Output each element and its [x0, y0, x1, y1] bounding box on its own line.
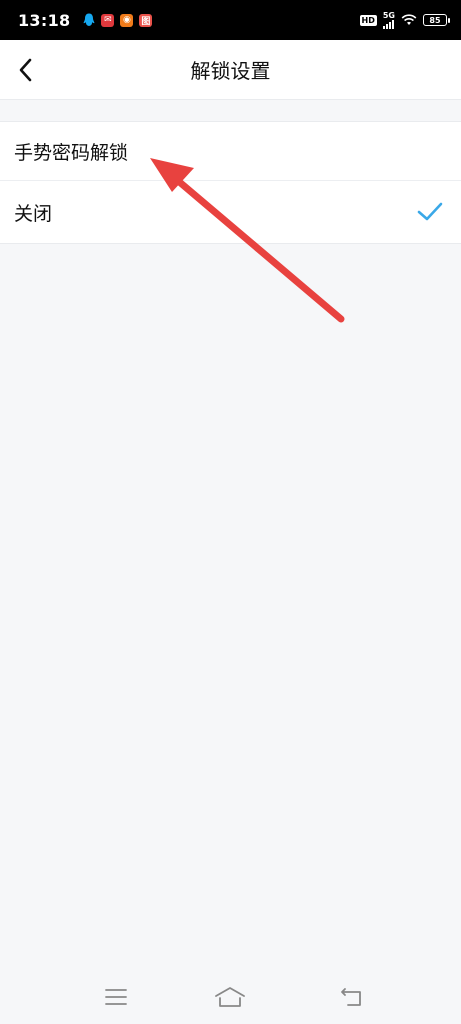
back-nav-button[interactable]	[332, 982, 372, 1012]
weibo-icon: ◉	[120, 13, 134, 27]
option-off[interactable]: 关闭	[0, 180, 461, 243]
battery-icon: 85	[423, 14, 450, 26]
status-time: 13:18	[18, 10, 71, 30]
battery-level: 85	[429, 15, 441, 25]
status-bar: 13:18 ✉ ◉ 图 HD 5G 85	[0, 0, 461, 40]
network-type: 5G	[382, 10, 395, 20]
menu-button[interactable]	[96, 982, 136, 1012]
page-title: 解锁设置	[190, 59, 271, 83]
home-button[interactable]	[210, 982, 250, 1012]
check-icon	[417, 202, 443, 221]
option-label: 关闭	[14, 202, 53, 225]
back-button[interactable]	[6, 50, 46, 90]
option-gesture-password[interactable]: 手势密码解锁	[0, 122, 461, 180]
navigation-bar	[0, 970, 461, 1024]
status-right: HD 5G 85	[359, 10, 450, 30]
unlock-options-list: 手势密码解锁 关闭	[0, 121, 461, 244]
notification-icons: ✉ ◉ 图	[82, 13, 153, 27]
signal-icon: 5G	[382, 10, 395, 29]
app-icon-red: ✉	[101, 13, 115, 27]
wifi-icon	[401, 11, 417, 30]
chevron-left-icon	[19, 58, 32, 82]
option-label: 手势密码解锁	[14, 141, 129, 164]
home-icon	[215, 987, 245, 1007]
app-icon-red-2: 图	[139, 13, 153, 27]
title-bar: 解锁设置	[0, 40, 461, 100]
qq-icon	[82, 13, 95, 27]
back-icon	[341, 988, 361, 1006]
hd-badge: HD	[359, 14, 377, 26]
menu-icon	[105, 989, 127, 1005]
